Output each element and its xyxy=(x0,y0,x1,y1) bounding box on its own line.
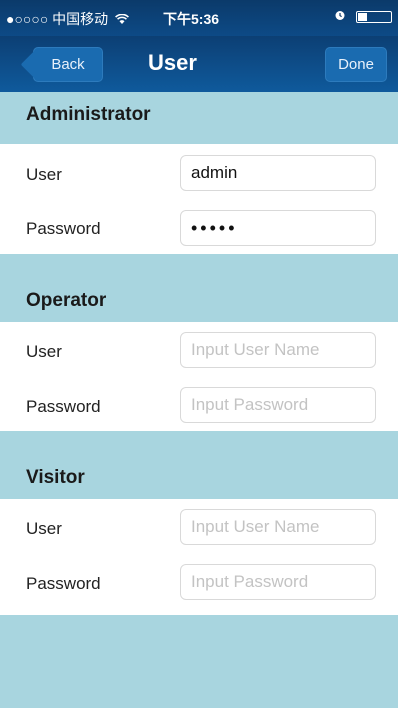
page-title: User xyxy=(148,50,197,75)
visitor-user-label: User xyxy=(26,519,62,538)
operator-user-field[interactable]: Input User Name xyxy=(180,332,376,368)
section-header-visitor: Visitor xyxy=(0,431,398,499)
alarm-icon xyxy=(334,9,346,24)
visitor-user-field[interactable]: Input User Name xyxy=(180,509,376,545)
carrier-label: ●○○○○ 中国移动 xyxy=(6,11,109,27)
section-header-operator: Operator xyxy=(0,254,398,322)
wifi-icon xyxy=(112,11,130,27)
back-button[interactable]: Back xyxy=(33,47,103,82)
section-header-administrator: Administrator xyxy=(0,92,398,144)
battery-level xyxy=(358,13,368,21)
status-time: 下午5:36 xyxy=(163,11,220,27)
admin-password-label: Password xyxy=(26,219,101,238)
section-title-operator: Operator xyxy=(26,290,107,311)
operator-password-field[interactable]: Input Password xyxy=(180,387,376,423)
done-button[interactable]: Done xyxy=(325,47,387,82)
section-title-visitor: Visitor xyxy=(26,467,85,488)
back-button-label: Back xyxy=(51,56,85,73)
status-bar: ●○○○○ 中国移动 下午5:36 xyxy=(0,0,398,36)
section-title-administrator: Administrator xyxy=(26,104,151,125)
operator-password-label: Password xyxy=(26,397,101,416)
navigation-bar: Back User Done xyxy=(0,36,398,92)
operator-user-label: User xyxy=(26,342,62,361)
visitor-password-label: Password xyxy=(26,574,101,593)
visitor-password-field[interactable]: Input Password xyxy=(180,564,376,600)
footer-band xyxy=(0,615,398,708)
admin-user-field[interactable]: admin xyxy=(180,155,376,191)
carrier-signal: ●○○○○ 中国移动 xyxy=(6,9,130,29)
admin-password-field[interactable]: ••••• xyxy=(180,210,376,246)
battery-icon xyxy=(356,11,392,23)
admin-user-label: User xyxy=(26,165,62,184)
